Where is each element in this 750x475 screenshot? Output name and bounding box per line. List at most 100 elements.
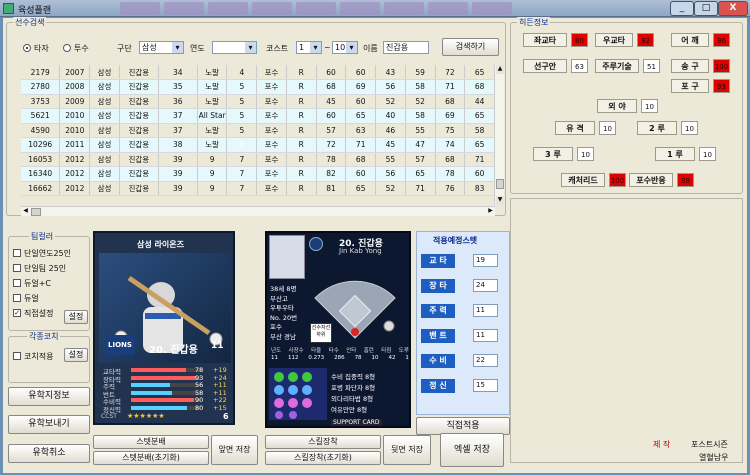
- table-cell[interactable]: 16662: [21, 181, 61, 196]
- table-cell[interactable]: 75: [435, 123, 466, 138]
- table-cell[interactable]: 82: [316, 166, 347, 182]
- table-cell[interactable]: 60: [316, 65, 347, 80]
- stat-alloc-init-button[interactable]: 스텟분배(초기화): [93, 451, 209, 465]
- table-cell[interactable]: 78: [316, 152, 347, 167]
- table-cell[interactable]: 71: [345, 137, 377, 153]
- table-cell[interactable]: 45: [375, 137, 406, 153]
- table-cell[interactable]: 47: [405, 137, 436, 153]
- team-color-checkbox-4[interactable]: ✓: [13, 309, 21, 317]
- table-cell[interactable]: 58: [405, 79, 436, 95]
- close-button[interactable]: X: [718, 1, 748, 16]
- name-input[interactable]: 진갑용: [383, 41, 429, 54]
- table-cell[interactable]: 71: [464, 152, 495, 167]
- table-cell[interactable]: 72: [435, 65, 466, 80]
- table-cell[interactable]: 65: [345, 108, 377, 124]
- table-cell[interactable]: 2010: [59, 108, 91, 124]
- table-cell[interactable]: 65: [405, 166, 436, 182]
- table-cell[interactable]: 2012: [59, 152, 91, 167]
- table-cell[interactable]: 37: [158, 108, 198, 124]
- table-row[interactable]: 16053 2012 삼성 진갑용 39 9 7 포수 R 78 68 55 57 68 71: [21, 152, 495, 167]
- table-cell[interactable]: 57: [405, 152, 436, 167]
- table-cell[interactable]: R: [286, 166, 317, 182]
- table-row[interactable]: 3753 2009 삼성 진갑용 36 노말 5 포수 R 45 60 52 52 68 44: [21, 94, 495, 109]
- apply-input-0[interactable]: 19: [473, 254, 498, 267]
- table-row[interactable]: 10296 2011 삼성 진갑용 38 노말 6 포수 R 72 71 45 47 74 65: [21, 137, 495, 153]
- table-cell[interactable]: 삼성: [89, 166, 120, 182]
- table-cell[interactable]: 57: [316, 123, 347, 138]
- table-cell[interactable]: 삼성: [89, 123, 120, 138]
- table-cell[interactable]: 65: [464, 108, 495, 124]
- table-cell[interactable]: 5: [226, 94, 258, 109]
- table-cell[interactable]: 2012: [59, 166, 91, 182]
- table-cell[interactable]: 진갑용: [119, 94, 159, 109]
- table-cell[interactable]: 16053: [21, 152, 61, 167]
- pitcher-radio[interactable]: [63, 44, 71, 52]
- table-cell[interactable]: 7: [226, 166, 258, 182]
- table-cell[interactable]: 52: [375, 94, 406, 109]
- table-cell[interactable]: 2009: [59, 94, 91, 109]
- table-cell[interactable]: 5621: [21, 108, 61, 124]
- table-row[interactable]: 16340 2012 삼성 진갑용 39 9 7 포수 R 82 60 56 65 78 60: [21, 166, 495, 182]
- table-cell[interactable]: 69: [345, 79, 377, 95]
- table-cell[interactable]: 45: [316, 94, 347, 109]
- table-cell[interactable]: 83: [464, 181, 495, 196]
- dev-cancel-button[interactable]: 유학취소: [8, 444, 90, 463]
- table-cell[interactable]: 39: [158, 152, 198, 167]
- table-cell[interactable]: R: [286, 108, 317, 124]
- maximize-button[interactable]: □: [694, 1, 718, 16]
- table-cell[interactable]: R: [286, 181, 317, 196]
- table-cell[interactable]: 40: [375, 108, 406, 124]
- table-cell[interactable]: 39: [158, 181, 198, 196]
- table-cell[interactable]: 9: [197, 166, 228, 182]
- table-cell[interactable]: 52: [375, 181, 406, 196]
- table-cell[interactable]: 진갑용: [119, 137, 159, 153]
- table-cell[interactable]: 58: [405, 108, 436, 124]
- table-cell[interactable]: 노말: [197, 123, 228, 138]
- table-cell[interactable]: 4590: [21, 123, 61, 138]
- table-cell[interactable]: 삼성: [89, 181, 120, 196]
- table-cell[interactable]: 2179: [21, 65, 61, 80]
- table-cell[interactable]: 65: [345, 181, 377, 196]
- table-cell[interactable]: 60: [464, 166, 495, 182]
- table-cell[interactable]: All Star: [197, 108, 228, 124]
- apply-input-2[interactable]: 11: [473, 304, 498, 317]
- scroll-up-icon[interactable]: ▲: [496, 65, 504, 74]
- table-cell[interactable]: 포수: [256, 166, 287, 182]
- table-cell[interactable]: 포수: [256, 65, 287, 80]
- table-cell[interactable]: 44: [464, 94, 495, 109]
- table-cell[interactable]: 포수: [256, 79, 287, 95]
- cost-to-select[interactable]: 10: [332, 41, 358, 54]
- table-cell[interactable]: 2008: [59, 79, 91, 95]
- table-cell[interactable]: 60: [316, 108, 347, 124]
- table-cell[interactable]: 5: [226, 79, 258, 95]
- skill-equip-button[interactable]: 스킬장착: [265, 435, 381, 449]
- table-row[interactable]: 2780 2008 삼성 진갑용 35 노말 5 포수 R 68 69 56 58 71 68: [21, 79, 495, 95]
- scroll-right-icon[interactable]: ▶: [486, 207, 495, 216]
- search-button[interactable]: 검색하기: [442, 38, 499, 56]
- table-cell[interactable]: 포수: [256, 137, 287, 153]
- table-cell[interactable]: R: [286, 65, 317, 80]
- table-cell[interactable]: R: [286, 79, 317, 95]
- table-cell[interactable]: R: [286, 123, 317, 138]
- coach-set-button[interactable]: 설정: [64, 348, 88, 362]
- table-cell[interactable]: 진갑용: [119, 166, 159, 182]
- excel-save-button[interactable]: 엑셀 저장: [440, 433, 504, 467]
- table-cell[interactable]: R: [286, 137, 317, 153]
- table-cell[interactable]: 삼성: [89, 65, 120, 80]
- table-cell[interactable]: 68: [435, 152, 466, 167]
- table-cell[interactable]: R: [286, 94, 317, 109]
- table-cell[interactable]: 진갑용: [119, 65, 159, 80]
- team-color-checkbox-2[interactable]: [13, 279, 21, 287]
- table-row[interactable]: 2179 2007 삼성 진갑용 34 노말 4 포수 R 60 60 43 59 72 65: [21, 65, 495, 80]
- table-cell[interactable]: 삼성: [89, 94, 120, 109]
- table-cell[interactable]: 34: [158, 65, 198, 80]
- horizontal-scrollbar[interactable]: ◀ ▶: [21, 206, 495, 216]
- vertical-scrollbar[interactable]: ▲ ▼: [494, 65, 504, 205]
- team-select[interactable]: 삼성: [139, 41, 184, 54]
- coach-checkbox[interactable]: [13, 352, 21, 360]
- table-cell[interactable]: 10296: [21, 137, 61, 153]
- back-save-button[interactable]: 뒷면 저장: [383, 435, 431, 465]
- table-cell[interactable]: 4: [226, 65, 258, 80]
- team-color-checkbox-3[interactable]: [13, 294, 21, 302]
- apply-input-3[interactable]: 11: [473, 329, 498, 342]
